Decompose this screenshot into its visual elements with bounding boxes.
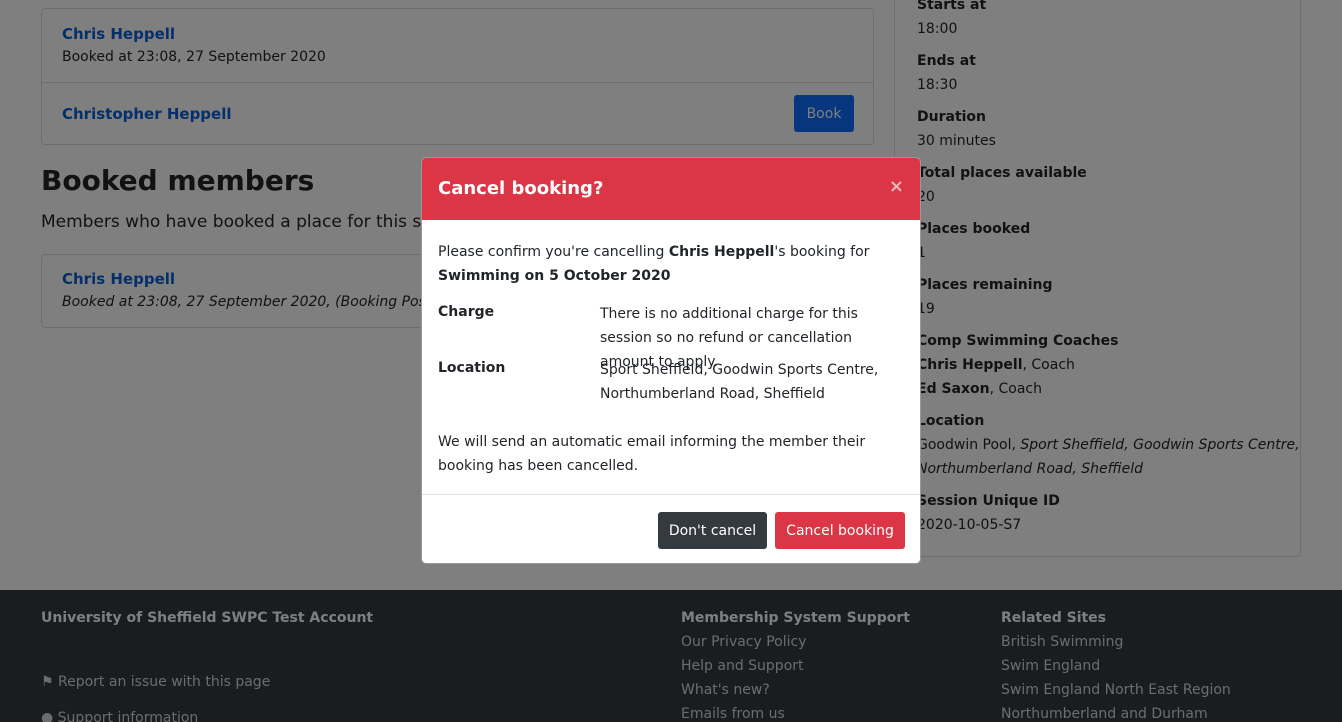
- page: Chris Heppell Booked at 23:08, 27 Septem…: [0, 0, 1342, 722]
- cancel-booking-modal: Cancel booking? × Please confirm you're …: [421, 157, 921, 564]
- modal-header: Cancel booking? ×: [422, 158, 920, 220]
- intro-member-name: Chris Heppell: [668, 244, 775, 260]
- cancel-booking-button[interactable]: Cancel booking: [775, 512, 905, 549]
- close-icon[interactable]: ×: [889, 176, 904, 197]
- intro-text-post: 's booking for: [774, 244, 870, 260]
- intro-session: Swimming on 5 October 2020: [438, 268, 671, 284]
- location-value: Sport Sheffield, Goodwin Sports Centre, …: [600, 362, 879, 402]
- charge-label: Charge: [438, 304, 495, 320]
- intro-text: Please confirm you're cancelling: [438, 244, 669, 260]
- location-label: Location: [438, 360, 506, 376]
- email-note: We will send an automatic email informin…: [438, 434, 866, 474]
- modal-title: Cancel booking?: [438, 178, 604, 199]
- modal-intro: Please confirm you're cancelling Chris H…: [438, 240, 906, 288]
- dont-cancel-button[interactable]: Don't cancel: [658, 512, 767, 549]
- modal-footer: Don't cancel Cancel booking: [422, 494, 920, 563]
